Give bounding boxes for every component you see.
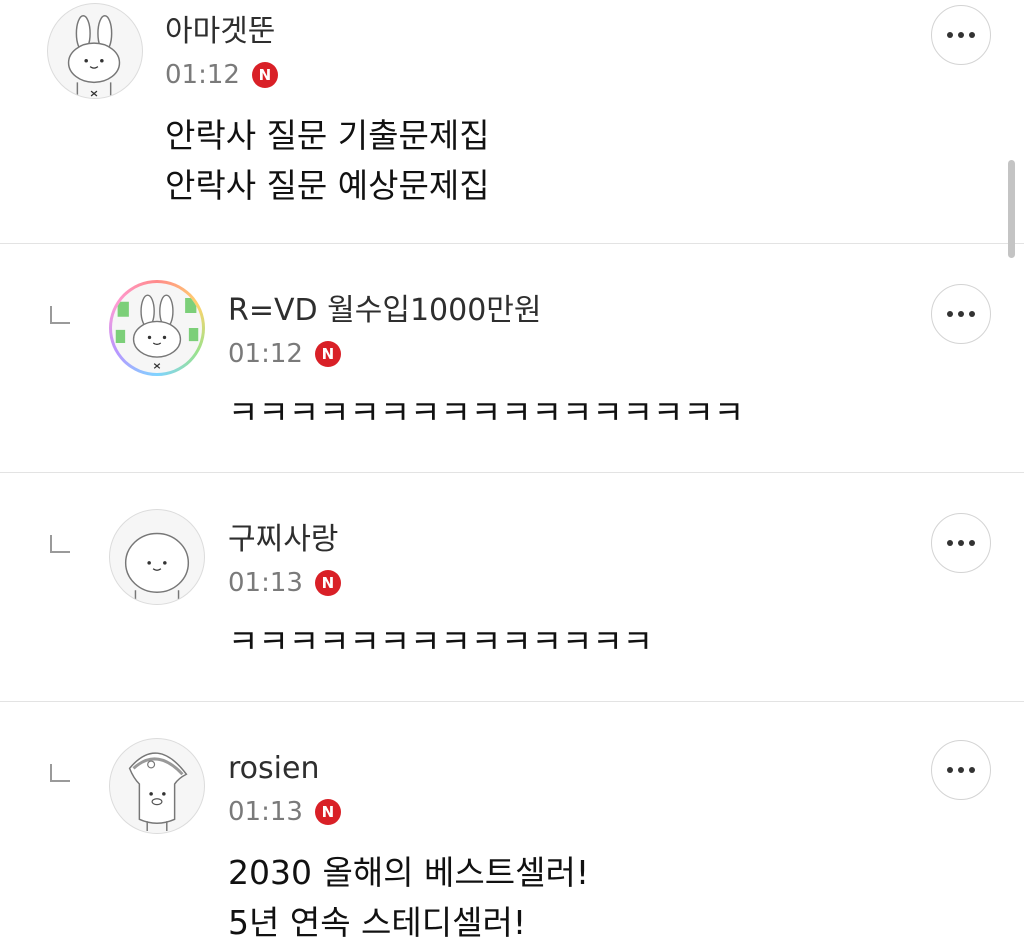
timestamp: 01:12 [228, 339, 303, 369]
scrollbar[interactable] [1008, 160, 1015, 258]
timestamp: 01:13 [228, 797, 303, 827]
new-badge-icon: N [314, 341, 341, 367]
new-badge-icon: N [251, 62, 278, 88]
comment-line: ㅋㅋㅋㅋㅋㅋㅋㅋㅋㅋㅋㅋㅋㅋ [228, 622, 654, 661]
comment-meta: 01:13 N [228, 799, 341, 825]
comment-line: 안락사 질문 기출문제집 [165, 116, 490, 155]
reply-arrow-icon [50, 306, 70, 324]
reply-comment-item: rosien 01:13 N 2030 올해의 베스트셀러! 5년 연속 스테디… [0, 702, 1024, 948]
more-options-button[interactable] [931, 284, 991, 344]
comment-line: 2030 올해의 베스트셀러! [228, 853, 590, 892]
comment-text: ㅋㅋㅋㅋㅋㅋㅋㅋㅋㅋㅋㅋㅋㅋ [228, 617, 653, 667]
comment-text: ㅋㅋㅋㅋㅋㅋㅋㅋㅋㅋㅋㅋㅋㅋㅋㅋㅋ [228, 388, 744, 438]
comment-meta: 01:12 N [165, 62, 278, 88]
nickname[interactable]: 아마겟뚠 [165, 17, 275, 47]
rabbit-avatar-icon [115, 294, 199, 369]
new-badge-icon: N [314, 799, 341, 825]
comment-line: 5년 연속 스테디셀러! [228, 903, 527, 942]
more-horizontal-icon [947, 32, 953, 38]
more-horizontal-icon [947, 540, 953, 546]
round-face-avatar-icon [124, 532, 190, 604]
timestamp: 01:12 [165, 60, 240, 90]
more-horizontal-icon [947, 767, 953, 773]
nickname[interactable]: 구찌사랑 [228, 525, 338, 555]
reply-comment-item: R=VD 월수입1000만원 01:12 N ㅋㅋㅋㅋㅋㅋㅋㅋㅋㅋㅋㅋㅋㅋㅋㅋㅋ [0, 244, 1024, 472]
comment-text: 안락사 질문 기출문제집 안락사 질문 예상문제집 [165, 111, 490, 211]
comment-line: 안락사 질문 예상문제집 [165, 166, 490, 205]
penguin-avatar-icon [128, 752, 188, 832]
comment-meta: 01:12 N [228, 341, 341, 367]
timestamp: 01:13 [228, 568, 303, 598]
reply-arrow-icon [50, 764, 70, 782]
avatar[interactable] [109, 738, 205, 834]
comment-meta: 01:13 N [228, 570, 341, 596]
avatar[interactable] [109, 280, 205, 376]
more-options-button[interactable] [931, 513, 991, 573]
avatar[interactable] [47, 3, 143, 99]
more-options-button[interactable] [931, 5, 991, 65]
comment-item: 아마겟뚠 01:12 N 안락사 질문 기출문제집 안락사 질문 예상문제집 [0, 0, 1024, 243]
comment-line: ㅋㅋㅋㅋㅋㅋㅋㅋㅋㅋㅋㅋㅋㅋㅋㅋㅋ [228, 393, 745, 432]
comment-text: 2030 올해의 베스트셀러! 5년 연속 스테디셀러! [228, 848, 589, 948]
rabbit-avatar-icon [67, 15, 121, 98]
reply-comment-item: 구찌사랑 01:13 N ㅋㅋㅋㅋㅋㅋㅋㅋㅋㅋㅋㅋㅋㅋ [0, 473, 1024, 701]
new-badge-icon: N [314, 570, 341, 596]
avatar[interactable] [109, 509, 205, 605]
nickname[interactable]: rosien [228, 754, 319, 784]
nickname[interactable]: R=VD 월수입1000만원 [228, 296, 542, 326]
more-options-button[interactable] [931, 740, 991, 800]
more-horizontal-icon [947, 311, 953, 317]
reply-arrow-icon [50, 535, 70, 553]
